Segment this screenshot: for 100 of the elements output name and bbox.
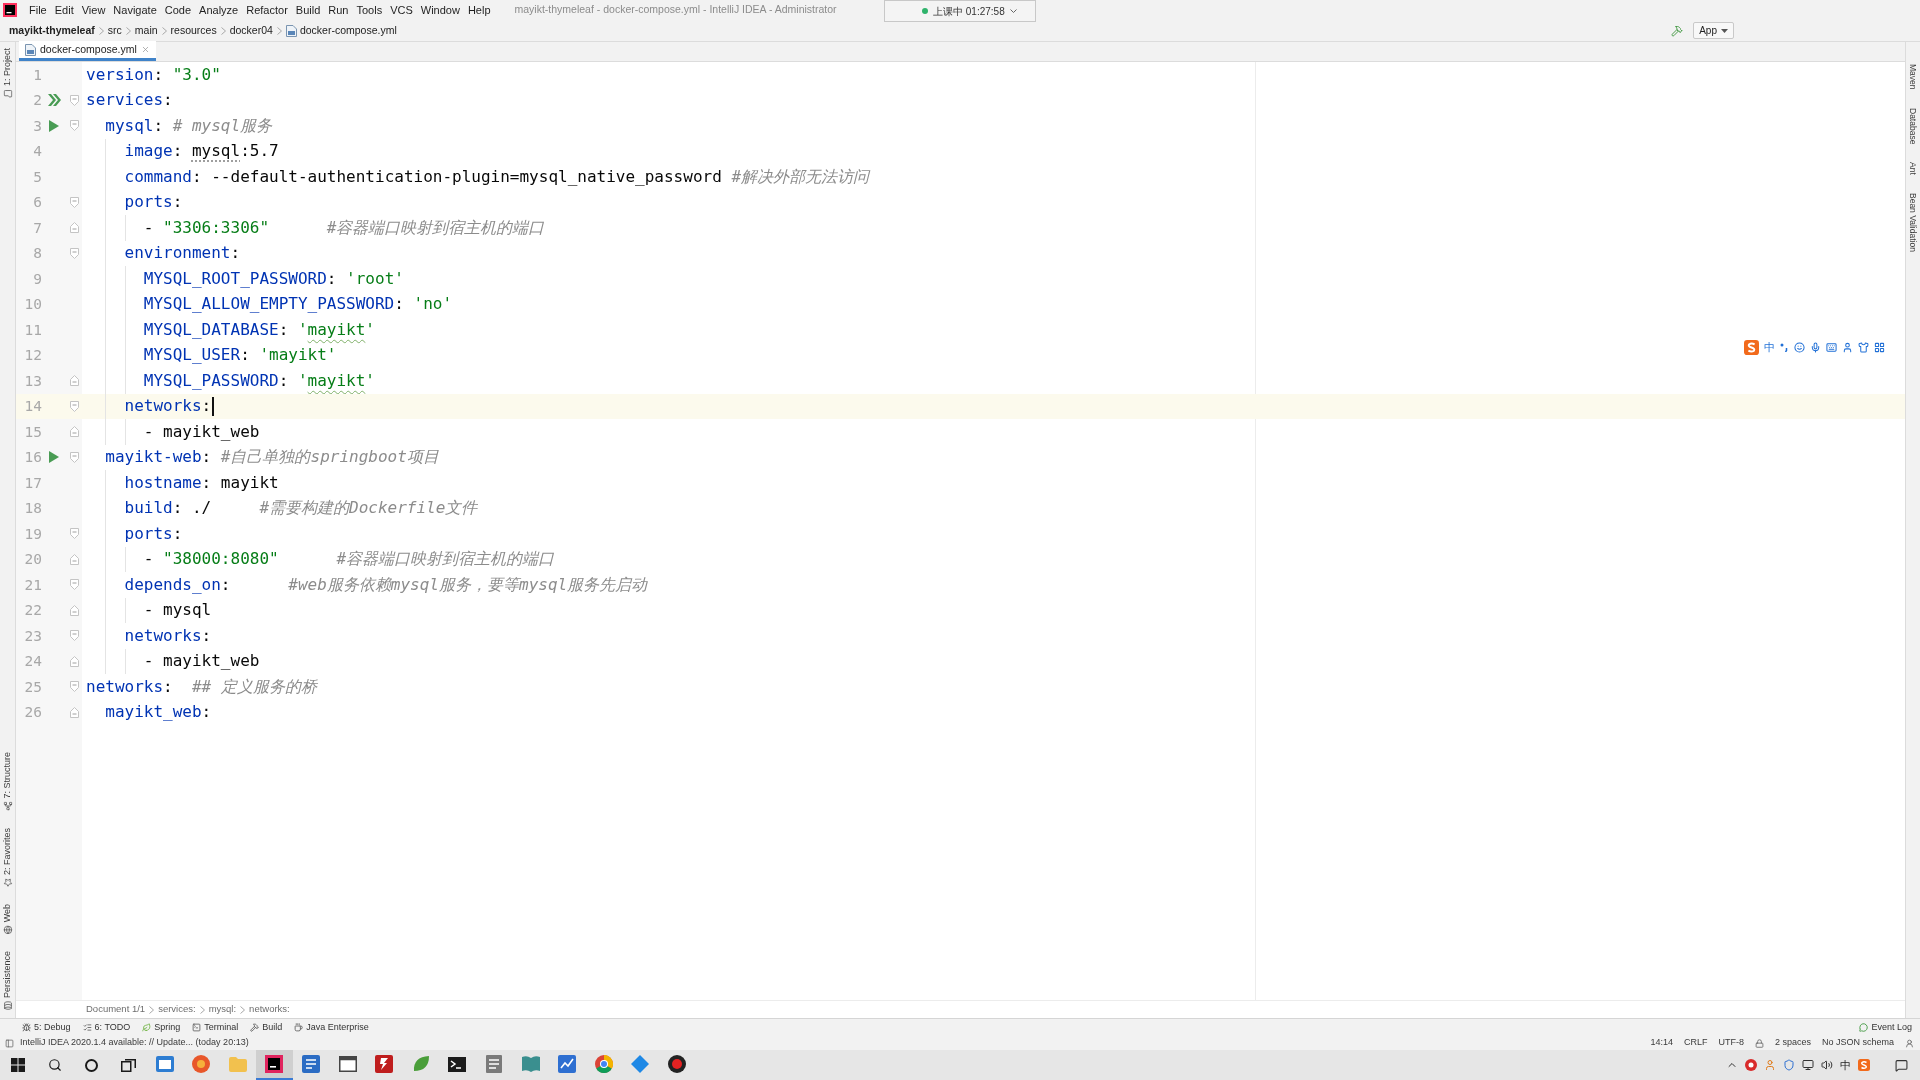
- breadcrumb[interactable]: resources: [170, 22, 217, 39]
- person-icon[interactable]: [1764, 1059, 1776, 1071]
- breadcrumb[interactable]: main: [134, 22, 158, 39]
- input-mode-toggle[interactable]: 中: [1764, 341, 1775, 353]
- breadcrumb[interactable]: services:: [158, 1002, 196, 1017]
- punctuation-icon[interactable]: [1780, 342, 1789, 352]
- notification-icon[interactable]: [1895, 1058, 1908, 1072]
- person-icon[interactable]: [1842, 341, 1853, 353]
- taskbar-button[interactable]: [256, 1050, 293, 1080]
- tool-window-button[interactable]: 5: Debug: [22, 1020, 71, 1035]
- breadcrumb[interactable]: mayikt-thymeleaf: [9, 22, 95, 39]
- fold-marker-icon[interactable]: [69, 604, 79, 616]
- tool-window-button[interactable]: Spring: [142, 1020, 181, 1035]
- breadcrumb[interactable]: Document 1/1: [86, 1002, 146, 1017]
- fold-marker-icon[interactable]: [69, 553, 79, 565]
- status-item[interactable]: UTF-8: [1718, 1036, 1744, 1050]
- line-number: 1: [33, 67, 42, 82]
- shield-icon[interactable]: [1783, 1059, 1795, 1071]
- tool-window-button[interactable]: Build: [250, 1020, 283, 1035]
- tool-window-button[interactable]: 6: TODO: [82, 1020, 131, 1035]
- tool-window-button[interactable]: Persistence: [0, 950, 15, 1010]
- grid-icon[interactable]: [1874, 341, 1885, 353]
- fold-marker-icon[interactable]: [69, 706, 79, 718]
- breadcrumb[interactable]: docker-compose.yml: [285, 22, 397, 39]
- tool-window-button[interactable]: Terminal: [192, 1020, 239, 1035]
- breadcrumb[interactable]: src: [107, 22, 122, 39]
- speaker-icon[interactable]: [1821, 1059, 1833, 1071]
- logo-icon[interactable]: [1858, 1059, 1870, 1071]
- tool-window-button[interactable]: 2: Favorites: [0, 827, 15, 887]
- fold-marker-icon[interactable]: [69, 579, 79, 591]
- hammer-icon[interactable]: [1671, 24, 1684, 37]
- task-view-icon[interactable]: [120, 1058, 136, 1072]
- input-mode-indicator[interactable]: 中: [1840, 1056, 1851, 1074]
- menu-item[interactable]: Tools: [352, 1, 387, 19]
- tool-window-button[interactable]: Java Enterprise: [294, 1020, 369, 1035]
- tool-window-button[interactable]: 1: Project: [0, 48, 15, 99]
- fold-marker-icon[interactable]: [69, 196, 79, 208]
- menu-item[interactable]: Code: [160, 1, 196, 19]
- status-item[interactable]: 2 spaces: [1774, 1036, 1811, 1050]
- menu-item[interactable]: Run: [324, 1, 353, 19]
- breadcrumb[interactable]: mysql:: [208, 1002, 237, 1017]
- fold-marker-icon[interactable]: [69, 94, 79, 106]
- fold-marker-icon[interactable]: [69, 655, 79, 667]
- emoji-icon[interactable]: [1794, 341, 1805, 353]
- line-number: 22: [24, 603, 42, 618]
- menu-item[interactable]: Window: [416, 1, 464, 19]
- fold-marker-icon[interactable]: [69, 451, 79, 463]
- fold-marker-icon[interactable]: [69, 681, 79, 693]
- menu-item[interactable]: Refactor: [242, 1, 292, 19]
- event-log-button[interactable]: Event Log: [1859, 1020, 1912, 1035]
- tool-window-button[interactable]: Maven: [1906, 64, 1920, 90]
- menu-item[interactable]: Help: [463, 1, 495, 19]
- shirt-icon[interactable]: [1858, 341, 1869, 353]
- microphone-icon[interactable]: [1810, 341, 1821, 353]
- record-icon[interactable]: [1745, 1059, 1757, 1071]
- double-play-icon[interactable]: [47, 94, 61, 107]
- menu-item[interactable]: Build: [291, 1, 325, 19]
- code-line: MYSQL_ALLOW_EMPTY_PASSWORD: 'no': [143, 294, 453, 315]
- fold-marker-icon[interactable]: [69, 120, 79, 132]
- monitor-icon[interactable]: [1802, 1059, 1814, 1071]
- lock-icon[interactable]: [1754, 1038, 1764, 1048]
- breadcrumb[interactable]: networks:: [249, 1002, 290, 1017]
- keyboard-icon[interactable]: [1826, 341, 1837, 353]
- fold-marker-icon[interactable]: [69, 426, 79, 438]
- fold-marker-icon[interactable]: [69, 375, 79, 387]
- run-configuration-dropdown[interactable]: App: [1693, 22, 1734, 39]
- fold-marker-icon[interactable]: [69, 247, 79, 259]
- menu-item[interactable]: VCS: [386, 1, 417, 19]
- fold-marker-icon[interactable]: [69, 528, 79, 540]
- start-icon[interactable]: [11, 1058, 26, 1072]
- circle-icon[interactable]: [85, 1058, 98, 1072]
- menu-item[interactable]: File: [25, 1, 51, 19]
- status-item[interactable]: CRLF: [1683, 1036, 1708, 1050]
- menu-item[interactable]: View: [77, 1, 110, 19]
- fold-marker-icon[interactable]: [69, 630, 79, 642]
- menu-item[interactable]: Edit: [50, 1, 78, 19]
- caret-icon[interactable]: [1009, 9, 1017, 13]
- tool-window-button[interactable]: Bean Validation: [1906, 192, 1920, 252]
- status-item[interactable]: No JSON schema: [1821, 1036, 1894, 1050]
- breadcrumb[interactable]: docker04: [229, 22, 273, 39]
- editor-tab[interactable]: docker-compose.yml: [19, 41, 156, 61]
- play-icon[interactable]: [49, 119, 59, 132]
- panel-toggle-icon[interactable]: [5, 1038, 14, 1048]
- line-number: 20: [24, 552, 42, 567]
- fold-marker-icon[interactable]: [69, 400, 79, 412]
- tool-window-button[interactable]: Web: [0, 903, 15, 934]
- person-icon[interactable]: [1905, 1038, 1914, 1048]
- close-icon[interactable]: [140, 45, 150, 54]
- tool-window-button[interactable]: Database: [1906, 107, 1920, 144]
- chart-icon: [558, 1055, 577, 1073]
- chevron-icon: [199, 1005, 205, 1014]
- tool-window-button[interactable]: Ant: [1906, 161, 1920, 175]
- line-number: 8: [33, 246, 42, 261]
- search-icon[interactable]: [47, 1058, 62, 1072]
- status-item[interactable]: 14:14: [1650, 1036, 1673, 1050]
- tool-window-button[interactable]: 7: Structure: [0, 752, 15, 811]
- play-icon[interactable]: [49, 451, 59, 464]
- menu-item[interactable]: Navigate: [109, 1, 161, 19]
- menu-item[interactable]: Analyze: [195, 1, 243, 19]
- fold-marker-icon[interactable]: [69, 222, 79, 234]
